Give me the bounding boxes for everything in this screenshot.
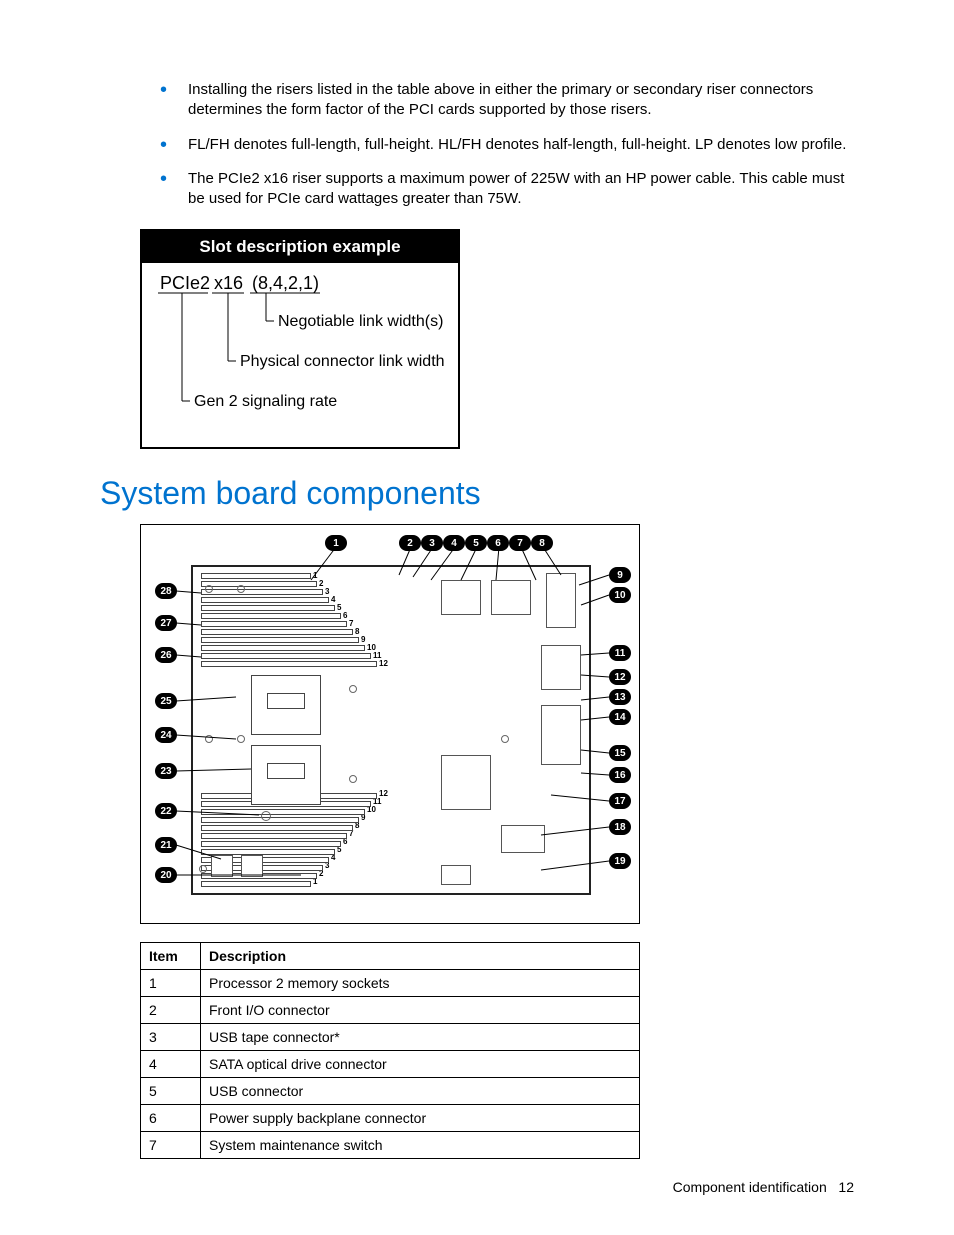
diagram-callout-27: 27 [155,615,177,631]
diagram-callout-7: 7 [509,535,531,551]
diagram-callout-16: 16 [609,767,631,783]
diagram-callout-10: 10 [609,587,631,603]
cell-description: USB connector [201,1078,640,1105]
slot-gen-text: PCIe2 [160,273,210,293]
diagram-callout-20: 20 [155,867,177,883]
table-row: 7System maintenance switch [141,1132,640,1159]
diagram-callout-26: 26 [155,647,177,663]
diagram-callout-9: 9 [609,567,631,583]
table-row: 3USB tape connector* [141,1024,640,1051]
diagram-callout-12: 12 [609,669,631,685]
th-description: Description [201,943,640,970]
footer-page: 12 [838,1179,854,1195]
diagram-callout-28: 28 [155,583,177,599]
cell-item: 3 [141,1024,201,1051]
slot-neg-label: Negotiable link width(s) [278,313,443,330]
diagram-callout-21: 21 [155,837,177,853]
diagram-callout-15: 15 [609,745,631,761]
bullet-list: Installing the risers listed in the tabl… [160,80,854,209]
cell-item: 4 [141,1051,201,1078]
bullet-item: The PCIe2 x16 riser supports a maximum p… [160,169,854,210]
diagram-callout-4: 4 [443,535,465,551]
page-footer: Component identification 12 [673,1179,854,1195]
cell-item: 5 [141,1078,201,1105]
bullet-item: Installing the risers listed in the tabl… [160,80,854,121]
diagram-callout-1: 1 [325,535,347,551]
footer-section: Component identification [673,1179,827,1195]
table-row: 5USB connector [141,1078,640,1105]
diagram-callout-2: 2 [399,535,421,551]
diagram-callout-5: 5 [465,535,487,551]
diagram-callout-18: 18 [609,819,631,835]
bullet-item: FL/FH denotes full-length, full-height. … [160,135,854,155]
slot-neg-text: (8,4,2,1) [252,273,319,293]
components-table: Item Description 1Processor 2 memory soc… [140,942,640,1159]
diagram-callout-23: 23 [155,763,177,779]
cell-description: SATA optical drive connector [201,1051,640,1078]
diagram-callout-3: 3 [421,535,443,551]
slot-phys-text: x16 [214,273,243,293]
section-heading: System board components [100,475,854,512]
diagram-callout-13: 13 [609,689,631,705]
cell-description: Power supply backplane connector [201,1105,640,1132]
diagram-callout-22: 22 [155,803,177,819]
table-row: 1Processor 2 memory sockets [141,970,640,997]
diagram-callout-17: 17 [609,793,631,809]
slot-description-diagram: PCIe2 x16 (8,4,2,1) Negotiable link widt… [142,263,458,433]
cell-description: Front I/O connector [201,997,640,1024]
cell-item: 6 [141,1105,201,1132]
diagram-callout-8: 8 [531,535,553,551]
table-row: 2Front I/O connector [141,997,640,1024]
system-board-diagram: 123456789101112 123456789101112 [140,524,640,924]
th-item: Item [141,943,201,970]
cell-item: 2 [141,997,201,1024]
slot-phys-label: Physical connector link width [240,353,445,370]
table-row: 6Power supply backplane connector [141,1105,640,1132]
cell-description: Processor 2 memory sockets [201,970,640,997]
cell-description: System maintenance switch [201,1132,640,1159]
cell-item: 7 [141,1132,201,1159]
diagram-callout-24: 24 [155,727,177,743]
diagram-callout-19: 19 [609,853,631,869]
slot-description-example-box: Slot description example PCIe2 x16 (8,4,… [140,229,460,449]
diagram-callout-11: 11 [609,645,631,661]
slot-box-title: Slot description example [142,231,458,263]
cell-item: 1 [141,970,201,997]
diagram-callout-14: 14 [609,709,631,725]
diagram-callout-25: 25 [155,693,177,709]
diagram-callout-6: 6 [487,535,509,551]
cell-description: USB tape connector* [201,1024,640,1051]
slot-gen-label: Gen 2 signaling rate [194,393,337,410]
table-row: 4SATA optical drive connector [141,1051,640,1078]
